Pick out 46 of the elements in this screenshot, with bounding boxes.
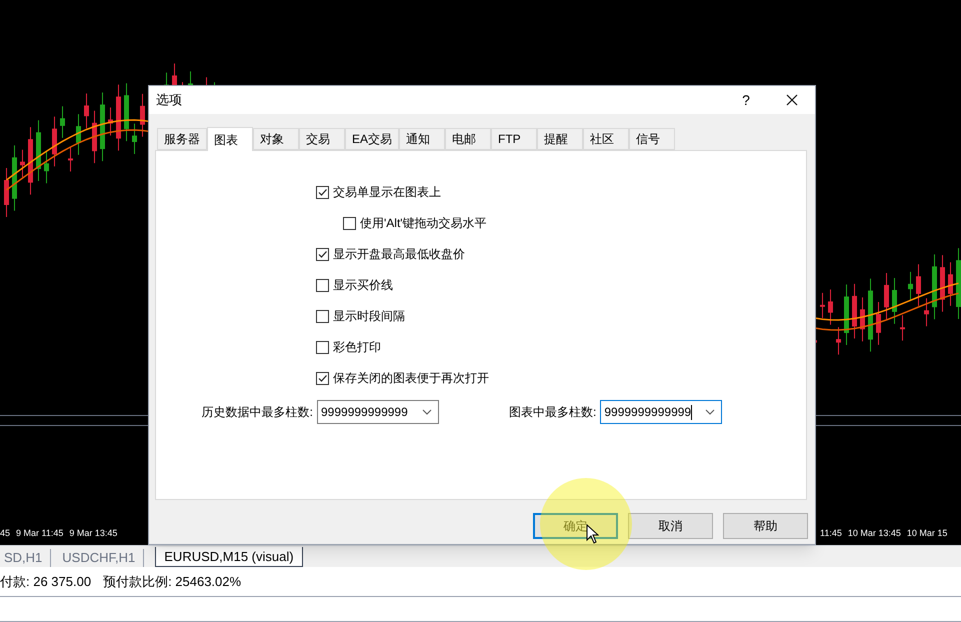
combo-box[interactable]: 9999999999999 [600, 400, 722, 424]
time-label: 10 Mar 13:45 [848, 527, 901, 540]
checkbox-label: 保存关闭的图表便于再次打开 [333, 370, 489, 387]
dialog-tab[interactable]: 图表 [207, 127, 253, 151]
window-title: 选项 [156, 91, 182, 110]
time-label: 45 [0, 527, 10, 540]
time-label: 9 Mar 13:45 [69, 527, 118, 540]
dialog-tab[interactable]: 提醒 [537, 128, 584, 150]
help-button[interactable]: ? [723, 86, 769, 114]
cursor-icon [586, 524, 599, 544]
time-label: 10 Mar 15 [906, 527, 948, 540]
dialog-tab[interactable]: 对象 [253, 128, 299, 150]
close-icon [786, 94, 798, 106]
time-label: 9 Mar 11:45 [16, 527, 64, 540]
field-label: 图表中最多柱数: [509, 404, 596, 421]
checkbox[interactable] [316, 310, 329, 322]
checkbox[interactable] [316, 248, 329, 260]
checkbox[interactable] [316, 278, 329, 292]
checkbox[interactable] [316, 372, 329, 384]
chevron-down-icon [705, 409, 716, 415]
checkbox-label: 显示买价线 [333, 277, 393, 294]
dialog-tab[interactable]: EA交易 [345, 128, 400, 150]
checkbox-label: 交易单显示在图表上 [333, 184, 441, 201]
chevron-down-icon [422, 409, 432, 415]
dialog-tab[interactable]: 服务器 [157, 128, 207, 150]
chart-tab[interactable]: EURUSD,M15 (visual) [155, 547, 303, 567]
status-text: 预付款比例: 25463.02% [103, 572, 242, 591]
field-label: 历史数据中最多柱数: [200, 404, 313, 421]
dialog-button[interactable]: 取消 [628, 513, 713, 539]
status-text: 付款: 26 375.00 [0, 572, 92, 591]
checkbox[interactable] [343, 216, 356, 230]
checkbox-label: 彩色打印 [333, 339, 381, 356]
checkbox-label: 显示开盘最高最低收盘价 [333, 246, 465, 263]
checkbox[interactable] [316, 186, 329, 198]
dialog-tab[interactable]: 社区 [583, 128, 630, 150]
dialog-tab[interactable]: 信号 [629, 128, 676, 150]
dialog-tab[interactable]: 交易 [299, 128, 345, 150]
dialog-tab[interactable]: 通知 [399, 128, 446, 150]
dialog-button[interactable]: 帮助 [723, 513, 808, 539]
dialog-tab[interactable]: FTP [491, 128, 538, 150]
time-label: 11:45 [820, 527, 842, 540]
checkbox[interactable] [316, 340, 329, 354]
checkbox-label: 使用'Alt'键拖动交易水平 [360, 215, 487, 232]
combo-box[interactable]: 9999999999999 [317, 400, 439, 424]
dialog-tab[interactable]: 电邮 [445, 128, 492, 150]
checkbox-label: 显示时段间隔 [333, 308, 405, 325]
